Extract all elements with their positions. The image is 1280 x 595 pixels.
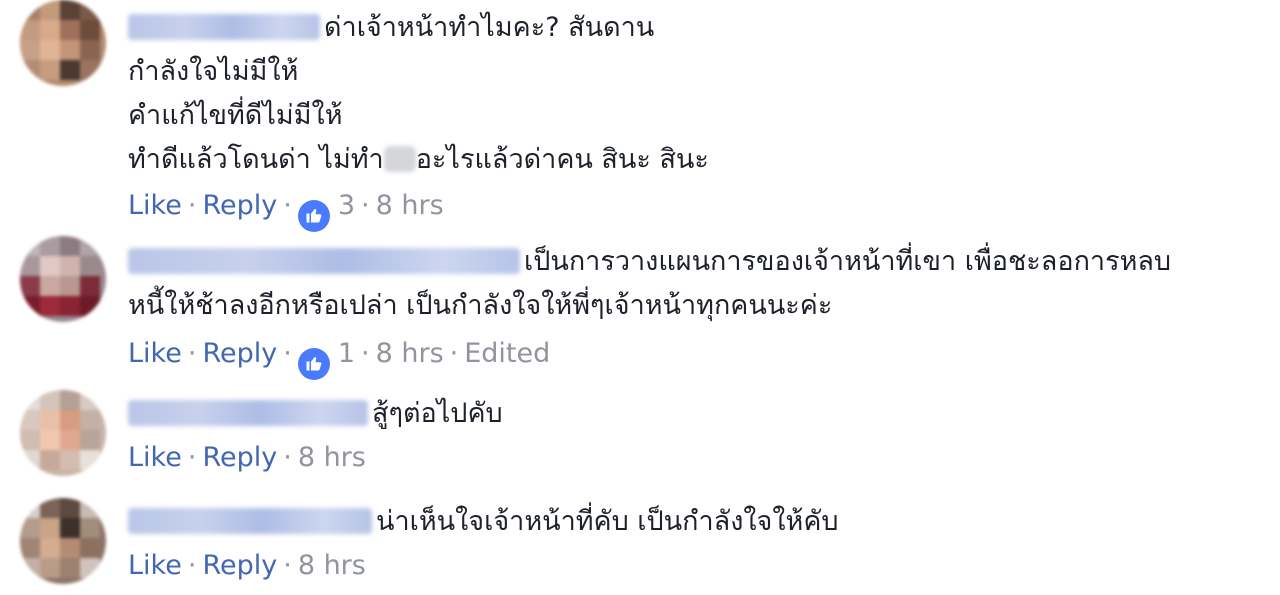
author-name[interactable] — [128, 508, 372, 534]
separator: · — [187, 190, 197, 221]
reaction-count[interactable]: 1 — [338, 338, 355, 369]
like-link[interactable]: Like — [128, 442, 182, 473]
comment-text-line: หนี้ให้ช้าลงอีกหรือเปล่า เป็นกำลังใจให้พ… — [128, 290, 833, 321]
timestamp[interactable]: 8 hrs — [298, 550, 366, 581]
comment-body: สู้ๆต่อไปคับ Like · Reply · 8 hrs — [128, 392, 1240, 478]
redacted-word — [383, 146, 416, 172]
separator: · — [449, 338, 459, 369]
separator: · — [283, 338, 292, 369]
separator: · — [187, 550, 197, 581]
comment-text-line: คำแก้ไขที่ดีไม่มีให้ — [128, 100, 343, 131]
comment-body: น่าเห็นใจเจ้าหน้าที่คับ เป็นกำลังใจให้คั… — [128, 500, 1240, 586]
reply-link[interactable]: Reply — [202, 442, 277, 473]
comment-text: ด่าเจ้าหน้าทำไมคะ? สันดาน — [128, 6, 1240, 50]
separator: · — [187, 338, 197, 369]
comment-text-line: กำลังใจไม่มีให้ — [128, 56, 299, 87]
timestamp[interactable]: 8 hrs — [298, 442, 366, 473]
comment-body: เป็นการวางแผนการของเจ้าหน้าที่เขา เพื่อช… — [128, 240, 1240, 380]
timestamp[interactable]: 8 hrs — [376, 190, 444, 221]
avatar[interactable] — [20, 0, 106, 86]
reply-link[interactable]: Reply — [202, 338, 277, 369]
separator: · — [187, 442, 197, 473]
thumbs-up-icon[interactable] — [297, 348, 330, 380]
comment-actions: Like · Reply · 1 · 8 hrs · Edited — [128, 334, 1240, 380]
separator: · — [283, 190, 292, 221]
comment-text: สู้ๆต่อไปคับ — [128, 392, 1240, 436]
comment-text: น่าเห็นใจเจ้าหน้าที่คับ เป็นกำลังใจให้คั… — [128, 500, 1240, 544]
author-name[interactable] — [128, 400, 368, 426]
author-name[interactable] — [128, 14, 320, 40]
avatar[interactable] — [20, 498, 106, 584]
edited-label[interactable]: Edited — [464, 338, 550, 369]
reply-link[interactable]: Reply — [202, 190, 277, 221]
comment-text-line: ทำดีแล้วโดนด่า ไม่ทำ อะไรแล้วด่าคน สินะ ส… — [128, 144, 709, 175]
comment-text: เป็นการวางแผนการของเจ้าหน้าที่เขา เพื่อช… — [128, 240, 1240, 284]
avatar[interactable] — [20, 236, 106, 322]
comment-actions: Like · Reply · 8 hrs — [128, 546, 1240, 586]
reply-link[interactable]: Reply — [202, 550, 277, 581]
comment-actions: Like · Reply · 3 · 8 hrs — [128, 186, 1240, 232]
separator: · — [361, 190, 370, 221]
separator: · — [283, 550, 292, 581]
separator: · — [283, 442, 292, 473]
like-link[interactable]: Like — [128, 190, 182, 221]
avatar[interactable] — [20, 390, 106, 476]
like-link[interactable]: Like — [128, 338, 182, 369]
timestamp[interactable]: 8 hrs — [376, 338, 444, 369]
comment-thread: ด่าเจ้าหน้าทำไมคะ? สันดาน กำลังใจไม่มีให… — [0, 0, 1280, 595]
like-link[interactable]: Like — [128, 550, 182, 581]
thumbs-up-icon[interactable] — [297, 200, 330, 232]
author-name[interactable] — [128, 248, 520, 274]
comment-body: ด่าเจ้าหน้าทำไมคะ? สันดาน กำลังใจไม่มีให… — [128, 6, 1240, 232]
separator: · — [361, 338, 370, 369]
comment-actions: Like · Reply · 8 hrs — [128, 438, 1240, 478]
reaction-count[interactable]: 3 — [338, 190, 355, 221]
